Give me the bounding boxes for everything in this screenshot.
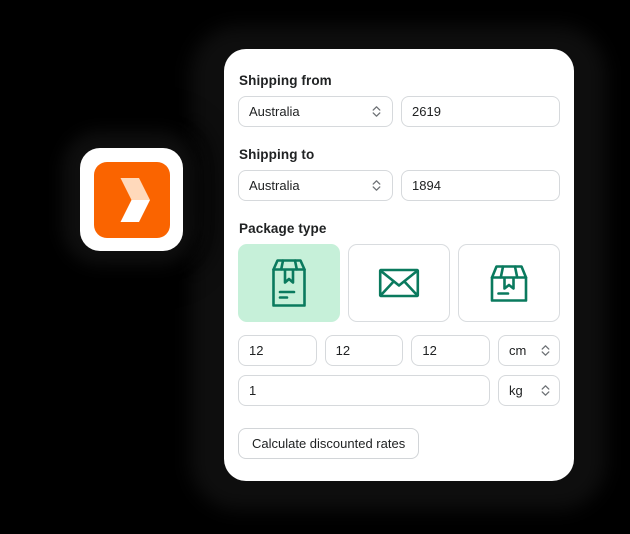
package-type-label: Package type [239, 221, 327, 236]
dimension-unit-select[interactable]: cm [498, 335, 561, 366]
shipping-from-country-value: Australia [249, 104, 300, 119]
package-type-option-envelope[interactable] [348, 244, 450, 322]
envelope-icon [378, 268, 420, 298]
package-type-option-carton-box[interactable] [458, 244, 560, 322]
app-logo-badge[interactable] [80, 148, 183, 251]
weight-unit-value: kg [509, 383, 523, 398]
package-type-option-satchel-box[interactable] [238, 244, 340, 322]
dimension-height-value: 12 [422, 343, 437, 358]
wide-box-icon [490, 265, 528, 302]
scene: Shipping from Australia 2619 Shipping to… [0, 0, 630, 534]
shipping-from-postcode-input[interactable]: 2619 [401, 96, 560, 127]
shipping-calculator-card: Shipping from Australia 2619 Shipping to… [224, 49, 574, 481]
dimension-length-value: 12 [249, 343, 264, 358]
shipping-to-country-select[interactable]: Australia [238, 170, 393, 201]
dimension-width-input[interactable]: 12 [324, 335, 404, 366]
app-logo-tile [93, 161, 170, 238]
chevron-updown-icon [541, 345, 550, 356]
shipping-to-label: Shipping to [239, 147, 315, 162]
weight-input[interactable]: 1 [238, 375, 490, 406]
shipping-from-postcode-value: 2619 [412, 104, 441, 119]
calculate-row: Calculate discounted rates [238, 428, 560, 459]
dimension-unit-value: cm [509, 343, 527, 358]
chevron-updown-icon [372, 180, 381, 191]
shipping-to-country-value: Australia [249, 178, 300, 193]
shipping-from-country-select[interactable]: Australia [238, 96, 393, 127]
package-type-options [238, 244, 560, 322]
dimension-height-input[interactable]: 12 [411, 335, 491, 366]
shipping-from-row: Australia 2619 [238, 96, 560, 127]
chevron-updown-icon [372, 106, 381, 117]
dimensions-row: 12 12 12 cm [238, 335, 561, 366]
dimension-length-input[interactable]: 12 [238, 335, 317, 366]
calculate-discounted-rates-button[interactable]: Calculate discounted rates [238, 428, 420, 459]
shipping-to-postcode-value: 1894 [412, 178, 441, 193]
shipping-to-row: Australia 1894 [238, 170, 560, 201]
chevron-updown-icon [541, 385, 550, 396]
chevron-right-logo-icon [120, 177, 150, 222]
weight-row: 1 kg [238, 375, 560, 406]
dimension-width-value: 12 [335, 343, 351, 358]
weight-unit-select[interactable]: kg [498, 375, 560, 406]
tall-box-icon [272, 259, 306, 307]
shipping-to-postcode-input[interactable]: 1894 [401, 170, 560, 201]
weight-value: 1 [249, 383, 257, 398]
shipping-from-label: Shipping from [239, 73, 332, 88]
